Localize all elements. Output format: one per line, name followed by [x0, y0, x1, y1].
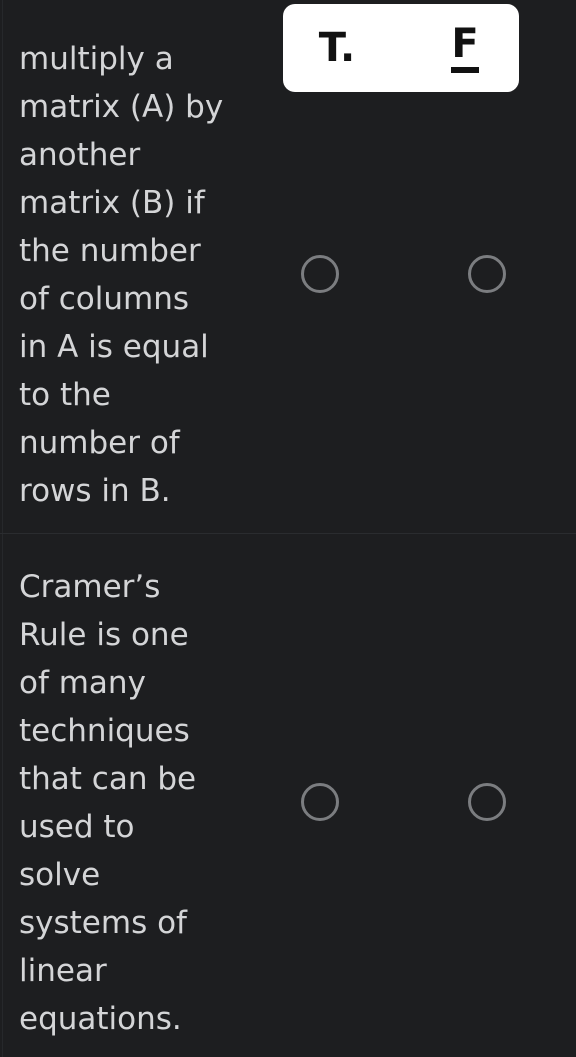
radio-question-1-false[interactable]: [468, 255, 506, 293]
radio-question-1-true[interactable]: [301, 255, 339, 293]
answer-group-2: [283, 548, 519, 1057]
question-text-1: multiply a matrix (A) by another matrix …: [19, 41, 224, 509]
radio-question-2-true[interactable]: [301, 783, 339, 821]
true-false-quiz-screen: T. F multiply a matrix (A) by another ma…: [0, 0, 576, 1057]
question-text-2: Cramer’s Rule is one of many techniques …: [19, 569, 197, 1037]
question-row-1: multiply a matrix (A) by another matrix …: [0, 20, 576, 533]
question-row-2: Cramer’s Rule is one of many techniques …: [0, 548, 576, 1057]
question-divider: [0, 533, 576, 534]
answer-group-1: [283, 20, 519, 533]
radio-question-2-false[interactable]: [468, 783, 506, 821]
